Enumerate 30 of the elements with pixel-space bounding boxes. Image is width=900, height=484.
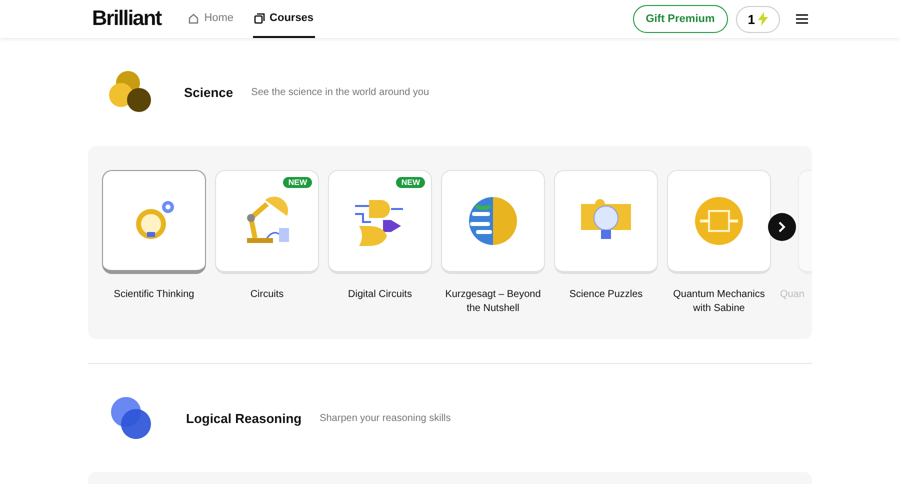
course-title: Science Puzzles (568, 288, 644, 302)
course-card[interactable] (102, 170, 206, 274)
course-card[interactable]: NEW (328, 170, 432, 274)
section-title: Logical Reasoning (186, 410, 302, 426)
course-title: Digital Circuits (347, 288, 413, 302)
section-subtitle: Sharpen your reasoning skills (320, 412, 451, 424)
nav-tab[interactable]: Home (187, 0, 235, 38)
home-icon (188, 12, 200, 24)
section-subtitle: See the science in the world around you (251, 86, 430, 98)
next-button[interactable] (768, 213, 796, 241)
nav-tab[interactable]: Courses (252, 0, 315, 38)
section-title: Science (184, 84, 234, 100)
course-title: Circuits (249, 288, 285, 302)
new-badge: NEW (396, 177, 425, 188)
course-title: Kurzgesagt – Beyond the Nutshell (444, 288, 542, 316)
globe-icon (468, 196, 518, 246)
course-title: Quantum Mechanics with Sabine (672, 288, 766, 316)
menu-icon[interactable] (796, 14, 808, 24)
circles-icon (108, 69, 154, 115)
lightning-icon (758, 12, 768, 26)
course-title: Quan (780, 288, 804, 302)
gift-premium-button[interactable]: Gift Premium (632, 5, 728, 33)
course-card[interactable]: NEW (215, 170, 319, 274)
new-badge: NEW (283, 177, 312, 188)
cards-icon (254, 12, 265, 24)
course-title: Scientific Thinking (112, 288, 196, 302)
chevron-right-icon (778, 221, 786, 233)
streak-button[interactable]: 1 (736, 6, 780, 32)
coin-icon (694, 196, 744, 246)
logo[interactable]: Brilliant (92, 7, 162, 31)
